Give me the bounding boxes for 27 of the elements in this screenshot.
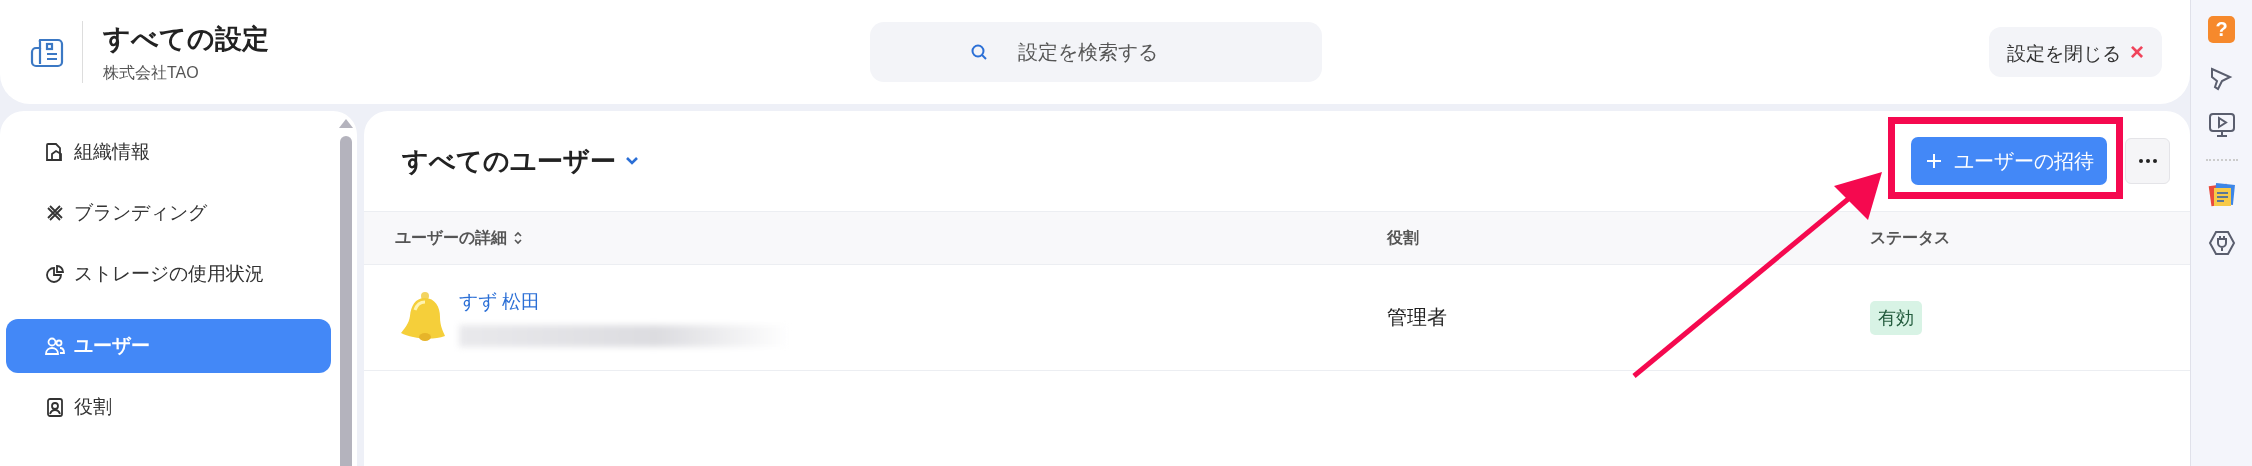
column-header[interactable]: ステータス: [1870, 227, 1950, 249]
close-settings-button[interactable]: 設定を閉じる ×: [1988, 27, 2162, 77]
notes-icon[interactable]: [2207, 181, 2236, 209]
organization-name: 株式会社TAO: [103, 62, 200, 83]
column-header[interactable]: 役割: [1387, 227, 1419, 249]
search-field[interactable]: 設定を検索する: [870, 22, 1322, 82]
sort-icon: [513, 231, 523, 245]
sidebar-item[interactable]: 役割: [6, 380, 331, 434]
search-input[interactable]: 設定を検索する: [1016, 39, 1270, 65]
plug-hexagon-icon[interactable]: [2207, 229, 2236, 257]
users-icon: [44, 335, 66, 357]
video-tutorial-icon[interactable]: [2207, 111, 2236, 139]
ellipsis-icon: [2137, 158, 2158, 164]
page-title: すべての設定: [103, 22, 269, 56]
user-name-link[interactable]: すず 松田: [459, 288, 789, 315]
id-badge-icon: [44, 396, 66, 418]
plus-icon: [1924, 151, 1944, 171]
user-role: 管理者: [1387, 305, 1447, 330]
column-header[interactable]: ユーザーの詳細: [395, 227, 523, 249]
sidebar-item[interactable]: ストレージの使用状況: [6, 247, 331, 301]
search-icon: [970, 43, 988, 61]
status-badge: 有効: [1870, 300, 1922, 335]
pie-chart-icon: [44, 263, 66, 285]
sidebar-item[interactable]: ブランディング: [6, 186, 331, 240]
sidebar-item[interactable]: 組織情報: [6, 125, 331, 179]
users-filter-dropdown[interactable]: すべてのユーザー: [402, 143, 640, 179]
chevron-down-icon: [624, 155, 640, 167]
